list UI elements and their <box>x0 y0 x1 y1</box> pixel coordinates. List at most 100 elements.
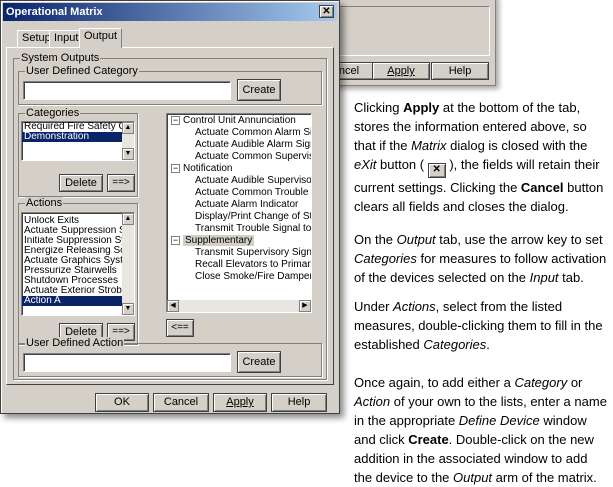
help-button[interactable]: Help <box>271 393 327 412</box>
tree-item[interactable]: Actuate Common Alarm Signal I <box>171 127 311 139</box>
actions-list-item[interactable]: Actuate Suppression System F <box>22 226 134 236</box>
tree-group-label: Notification <box>183 163 233 174</box>
tree-item[interactable]: Transmit Trouble Signal to Supe <box>171 223 311 235</box>
user-defined-category-label: User Defined Category <box>25 65 139 77</box>
text-segment: Cancel <box>520 180 564 195</box>
categories-list-item[interactable]: Required Fire Safety Control <box>22 122 134 132</box>
tree-item[interactable]: Actuate Alarm Indicator <box>171 199 311 211</box>
actions-list[interactable]: Unlock ExitsActuate Suppression System F… <box>21 212 135 316</box>
add-category-arrow-button[interactable]: ==> <box>107 174 135 192</box>
text-segment: On the <box>354 232 397 247</box>
text-segment: tab, use the arrow key to set <box>435 232 603 247</box>
categories-list[interactable]: Required Fire Safety ControlDemonstratio… <box>21 121 135 161</box>
tree-item[interactable]: Actuate Common Trouble Signa <box>171 187 311 199</box>
scroll-up-icon[interactable]: ▲ <box>122 213 134 225</box>
scroll-down-icon[interactable]: ▼ <box>122 303 134 315</box>
actions-list-item[interactable]: Pressurize Stairwells <box>22 266 134 276</box>
tree-horizontal-scrollbar[interactable]: ◀ ▶ <box>167 300 311 312</box>
text-segment: Define Device <box>458 413 540 428</box>
scroll-left-icon[interactable]: ◀ <box>167 300 179 312</box>
text-segment: button ( <box>376 157 428 172</box>
close-icon[interactable]: ✕ <box>319 5 334 18</box>
categories-scrollbar[interactable]: ▲ ▼ <box>122 122 134 160</box>
apply-explanation-paragraph: Clicking Apply at the bottom of the tab,… <box>354 98 609 216</box>
user-defined-action-label: User Defined Action <box>25 337 125 349</box>
cancel-button[interactable]: Cancel <box>153 393 209 412</box>
apply-button-label: Apply <box>226 396 254 408</box>
system-outputs-label: System Outputs <box>20 52 101 64</box>
categories-group: Categories Required Fire Safety ControlD… <box>18 107 138 197</box>
text-segment: Action <box>354 394 391 409</box>
bg-apply-label: Apply <box>387 65 415 77</box>
text-segment: Categories <box>423 337 487 352</box>
tree-group-label: Control Unit Annunciation <box>183 115 296 126</box>
text-segment: eXit <box>354 157 377 172</box>
actions-list-item[interactable]: Shutdown Processes <box>22 276 134 286</box>
actions-list-item[interactable]: Energize Releasing Solenoid <box>22 246 134 256</box>
tree-item[interactable]: Recall Elevators to Primary Rec <box>171 259 311 271</box>
text-segment: . <box>486 337 490 352</box>
text-segment: Matrix <box>411 138 447 153</box>
actions-list-item[interactable]: Action A <box>22 296 134 306</box>
create-category-button[interactable]: Create <box>237 79 281 101</box>
delete-category-button[interactable]: Delete <box>59 174 103 192</box>
text-segment: Category <box>514 375 568 390</box>
dialog-title: Operational Matrix <box>6 6 103 18</box>
text-segment: Under <box>354 299 394 314</box>
output-tab-panel: System Outputs User Defined Category Cre… <box>6 47 334 385</box>
actions-list-item[interactable]: Actuate Exterior Strobe at F <box>22 286 134 296</box>
output-tab-paragraph: On the Output tab, use the arrow key to … <box>354 230 609 287</box>
create-action-button[interactable]: Create <box>237 351 281 373</box>
text-segment: Clicking <box>354 100 404 115</box>
tree-item[interactable]: Actuate Common Supervisory S <box>171 151 311 163</box>
collapse-icon[interactable]: − <box>171 235 180 245</box>
categories-items: Required Fire Safety ControlDemonstratio… <box>22 122 134 142</box>
dialog-titlebar: Operational Matrix ✕ <box>3 3 337 21</box>
text-segment: Create <box>408 432 449 447</box>
user-defined-category-group: User Defined Category Create <box>18 65 322 105</box>
scroll-right-icon[interactable]: ▶ <box>299 300 311 312</box>
tab-output[interactable]: Output <box>79 28 123 48</box>
tree-group-label: Supplementary <box>183 235 255 246</box>
collapse-icon[interactable]: − <box>171 115 180 125</box>
actions-list-item[interactable]: Unlock Exits <box>22 216 134 226</box>
scroll-down-icon[interactable]: ▼ <box>122 148 134 160</box>
categories-list-item[interactable]: Demonstration <box>22 132 134 142</box>
tree-group[interactable]: − Control Unit Annunciation <box>171 115 311 127</box>
tree-item[interactable]: Actuate Audible Alarm Signal <box>171 139 311 151</box>
user-defined-action-group: User Defined Action Create <box>18 337 322 377</box>
operational-matrix-dialog: Operational Matrix ✕ Setup Input Output … <box>0 0 340 414</box>
tree-items: − Control Unit Annunciation Actuate Common… <box>167 114 311 283</box>
tree-group[interactable]: − Notification <box>171 163 311 175</box>
tree-group[interactable]: − Supplementary <box>171 235 311 247</box>
actions-group: Actions Unlock Exits Actuate Suppression … <box>18 197 138 345</box>
remove-from-tree-arrow-button[interactable]: <== <box>166 319 194 337</box>
bg-help-button[interactable]: Help <box>431 62 489 80</box>
bg-apply-button[interactable]: Apply <box>372 62 430 80</box>
user-defined-category-input[interactable] <box>23 81 231 100</box>
actions-scrollbar[interactable]: ▲ ▼ <box>122 213 134 315</box>
text-segment: dialog is closed with the <box>446 138 588 153</box>
tree-item[interactable]: Actuate Audible Supervisory Sig <box>171 175 311 187</box>
user-defined-action-input[interactable] <box>23 353 231 372</box>
ok-button[interactable]: OK <box>95 393 149 412</box>
text-segment: Input <box>529 270 559 285</box>
tree-item[interactable]: Transmit Supervisory Signal to S <box>171 247 311 259</box>
apply-button[interactable]: Apply <box>213 393 267 412</box>
output-matrix-tree[interactable]: − Control Unit Annunciation Actuate Common… <box>166 113 312 313</box>
text-segment: Categories <box>354 251 417 266</box>
text-segment: or <box>567 375 583 390</box>
categories-label: Categories <box>25 107 81 119</box>
tree-item[interactable]: Display/Print Change of Status <box>171 211 311 223</box>
scroll-up-icon[interactable]: ▲ <box>122 122 134 134</box>
text-segment: Once again, to add either a <box>354 375 515 390</box>
actions-list-item[interactable]: Initiate Suppression System F <box>22 236 134 246</box>
actions-paragraph: Under Actions, select from the listed me… <box>354 297 609 354</box>
actions-list-item[interactable]: Actuate Graphics System - D <box>22 256 134 266</box>
close-icon: ✕ <box>427 163 446 178</box>
tree-item[interactable]: Close Smoke/Fire Dampers in F <box>171 271 311 283</box>
collapse-icon[interactable]: − <box>171 163 180 173</box>
text-segment: Apply <box>403 100 440 115</box>
actions-items: Unlock ExitsActuate Suppression System F… <box>22 213 134 306</box>
text-segment: arm of the matrix. <box>492 470 597 485</box>
